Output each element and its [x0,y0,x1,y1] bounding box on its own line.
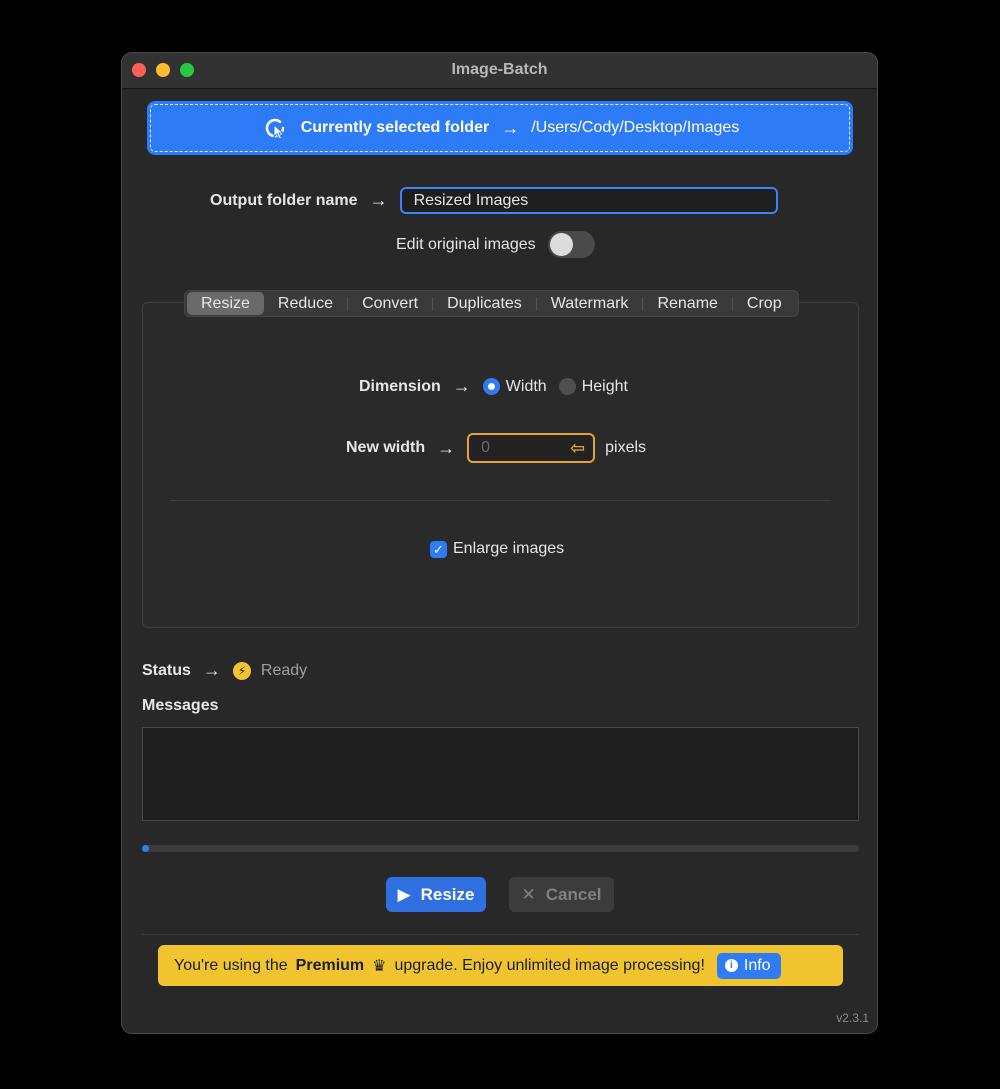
footer-divider [142,934,859,935]
toggle-knob [549,233,573,256]
close-icon: ✕ [521,884,536,904]
radio-width[interactable] [482,378,500,395]
play-icon: ▶ [397,884,411,904]
title-bar: Image-Batch [122,53,877,89]
enlarge-checkbox[interactable]: ✓ [430,540,447,558]
progress-fill [142,845,149,852]
output-folder-row: Output folder name → [210,187,778,214]
radio-height[interactable] [558,378,576,395]
window-title: Image-Batch [451,61,548,78]
progress-bar [142,845,859,852]
status-value: Ready [260,661,308,679]
arrow-right-icon: → [501,117,520,138]
select-folder-button[interactable]: Currently selected folder → /Users/Cody/… [147,101,853,155]
messages-box[interactable] [142,727,859,821]
tab-watermark[interactable]: Watermark [537,292,643,315]
resize-button-label: Resize [420,884,475,904]
messages-label: Messages [142,697,219,714]
resize-button[interactable]: ▶ Resize [386,877,486,912]
tab-crop[interactable]: Crop [733,292,796,315]
tab-panel [142,302,859,628]
arrow-right-icon: → [437,437,456,458]
folder-path: /Users/Cody/Desktop/Images [531,119,740,136]
info-button-label: Info [743,956,771,974]
cancel-button[interactable]: ✕ Cancel [509,877,614,912]
output-folder-label: Output folder name [210,191,358,209]
app-window: Image-Batch Currently selected folder → … [121,52,878,1034]
panel-divider [170,500,831,501]
folder-label: Currently selected folder [300,119,490,136]
arrow-right-icon: → [369,190,388,210]
tab-duplicates[interactable]: Duplicates [433,292,536,315]
enlarge-row: ✓ Enlarge images [430,540,564,558]
crown-icon: ♛ [372,957,387,975]
radio-width-label: Width [505,377,547,395]
radio-height-label: Height [581,377,628,395]
new-width-row: New width → 0 ⇦ pixels [346,433,646,463]
dimension-label: Dimension [359,377,441,395]
info-icon: i [724,959,738,972]
edit-original-toggle[interactable] [547,231,595,258]
arrow-right-icon: → [202,660,221,680]
cancel-button-label: Cancel [545,884,602,904]
folder-select-icon [265,118,285,140]
unit-label: pixels [605,439,647,456]
tab-bar: Resize Reduce Convert Duplicates Waterma… [184,290,799,317]
edit-original-label: Edit original images [396,235,536,253]
lightning-icon: ⚡ [232,661,251,680]
status-row: Status → ⚡ Ready [142,660,307,681]
warning-arrow-icon: ⇦ [570,438,586,458]
enlarge-label: Enlarge images [453,540,565,557]
premium-plan: Premium [295,956,365,974]
info-button[interactable]: i Info [716,952,781,979]
version-label: v2.3.1 [836,1011,869,1025]
new-width-label: New width [346,439,426,456]
tab-reduce[interactable]: Reduce [264,292,347,315]
status-label: Status [142,661,191,679]
premium-text-after: upgrade. Enjoy unlimited image processin… [394,956,705,974]
output-folder-input[interactable] [399,187,778,214]
premium-banner: You're using the Premium ♛ upgrade. Enjo… [158,945,843,986]
dimension-row: Dimension → Width Height [359,376,628,397]
new-width-placeholder: 0 [481,439,491,456]
premium-text-before: You're using the [174,956,288,974]
tab-convert[interactable]: Convert [348,292,432,315]
arrow-right-icon: → [452,376,471,396]
new-width-input[interactable]: 0 ⇦ [467,433,596,463]
tab-resize[interactable]: Resize [187,292,264,315]
tab-rename[interactable]: Rename [643,292,731,315]
edit-original-row: Edit original images [396,231,595,258]
